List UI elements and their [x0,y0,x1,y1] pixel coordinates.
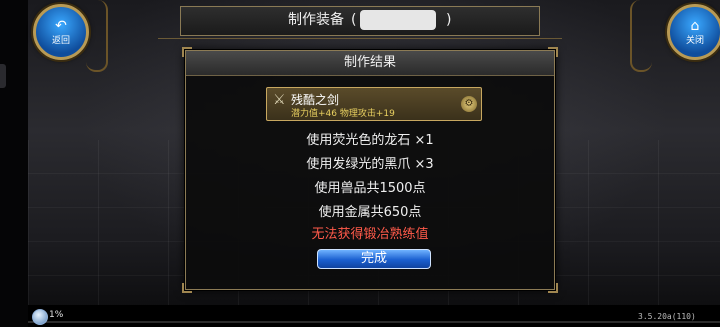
page-title: 制作装备 [288,12,344,28]
dialog-corner-ornament [548,283,558,293]
back-button[interactable]: ↶ 返回 [33,4,89,60]
proficiency-warning: 无法获得锻冶熟练值 [311,227,429,242]
experience-bar [28,321,720,323]
dialog-corner-ornament [182,283,192,293]
device-bezel [0,0,28,327]
material-line-2: 使用发绿光的黑爪 ×3 [306,157,434,172]
title-divider [158,38,562,43]
close-button-label: 关闭 [685,36,704,46]
frame-ornament-left [86,0,108,72]
item-stats: 潜力值+46 物理攻击+19 [291,109,395,119]
close-button[interactable]: ⌂ 关闭 [667,4,720,60]
home-icon: ⌂ [690,18,700,34]
back-arrow-icon: ↶ [55,18,67,34]
fatigue-orb-icon [32,309,48,325]
back-button-label: 返回 [51,36,70,46]
craft-result-dialog: 制作结果 ⚔ 残酷之剑 潜力值+46 物理攻击+19 ⚙ 使用荧光色的龙石 ×1… [182,47,558,293]
material-line-3: 使用兽品共1500点 [314,181,426,196]
redacted-name-box [360,10,436,30]
material-line-4: 使用金属共650点 [318,205,422,220]
device-notch [0,64,6,88]
version-label: 3.5.20a(110) [638,312,696,321]
item-detail-icon[interactable]: ⚙ [461,96,477,112]
fatigue-percent: 1% [49,310,64,320]
frame-ornament-right [630,0,652,72]
material-line-1: 使用荧光色的龙石 ×1 [306,133,434,148]
done-button[interactable]: 完成 [317,249,431,269]
sword-icon: ⚔ [273,92,286,108]
dialog-title: 制作结果 [186,51,554,76]
title-paren-open: ( [351,12,357,28]
status-bar [28,305,720,327]
crafted-item-slot[interactable]: ⚔ 残酷之剑 潜力值+46 物理攻击+19 ⚙ [266,87,482,121]
title-paren-close: ) [446,12,452,28]
